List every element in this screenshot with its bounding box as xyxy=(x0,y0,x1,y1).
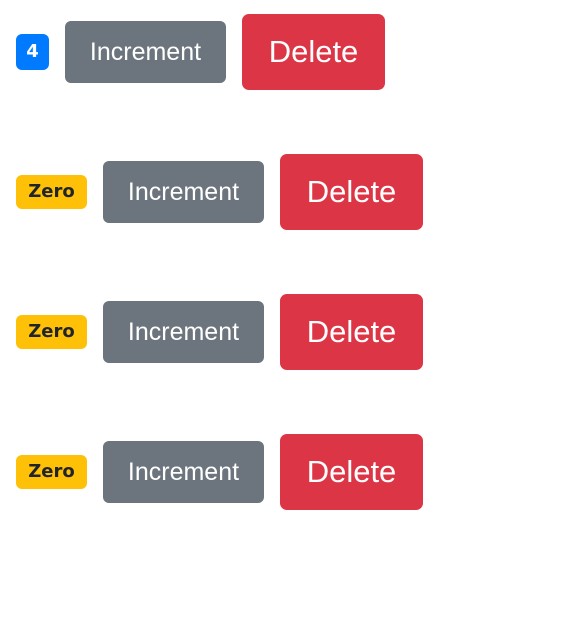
counter-value-badge: Zero xyxy=(16,455,87,489)
counter-row: Zero Increment Delete xyxy=(16,434,423,510)
counter-list: 4 Increment Delete Zero Increment Delete… xyxy=(0,0,575,643)
counter-value-badge: Zero xyxy=(16,175,87,209)
counter-row: 4 Increment Delete xyxy=(16,14,385,90)
counter-value-badge: 4 xyxy=(16,34,49,70)
delete-button[interactable]: Delete xyxy=(280,294,423,370)
counter-row: Zero Increment Delete xyxy=(16,154,423,230)
increment-button[interactable]: Increment xyxy=(103,301,264,363)
counter-row: Zero Increment Delete xyxy=(16,294,423,370)
increment-button[interactable]: Increment xyxy=(103,161,264,223)
delete-button[interactable]: Delete xyxy=(280,434,423,510)
increment-button[interactable]: Increment xyxy=(103,441,264,503)
counter-value-badge: Zero xyxy=(16,315,87,349)
increment-button[interactable]: Increment xyxy=(65,21,226,83)
delete-button[interactable]: Delete xyxy=(280,154,423,230)
delete-button[interactable]: Delete xyxy=(242,14,385,90)
